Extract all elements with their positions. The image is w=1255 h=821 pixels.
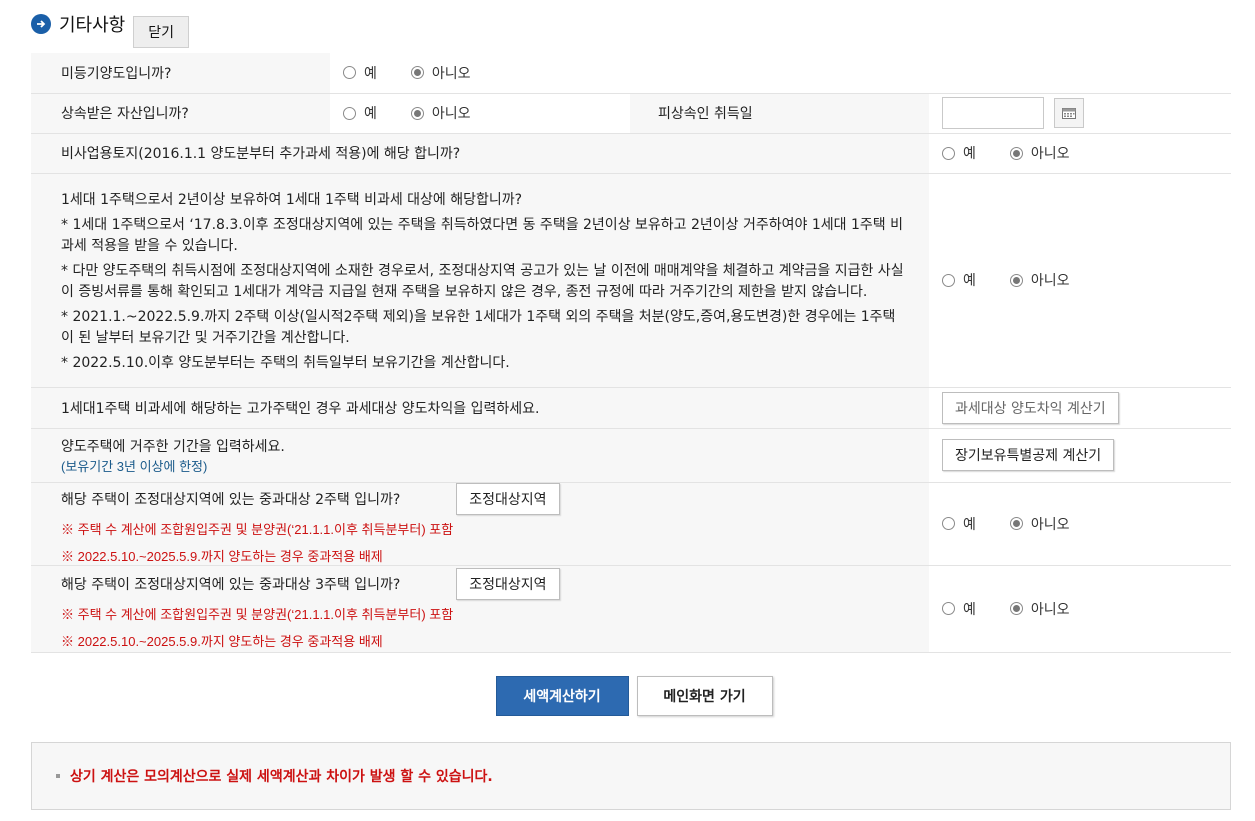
question-luxury-house: 1세대1주택 비과세에 해당하는 고가주택인 경우 과세대상 양도차익을 입력하… xyxy=(31,387,929,429)
radio-circle-selected[interactable] xyxy=(1009,602,1023,615)
radio-group-unregistered: 예 아니오 xyxy=(343,63,1231,83)
etc-form-table: 미등기양도입니까? 예 아니오 상속받은 자산입니까? 예 아니오 피상속인 취… xyxy=(31,53,1232,653)
row-luxury-house: 1세대1주택 비과세에 해당하는 고가주택인 경우 과세대상 양도차익을 입력하… xyxy=(31,387,1232,429)
radio-circle[interactable] xyxy=(343,66,356,80)
one-house-note: * 2021.1.~2022.5.9.까지 2주택 이상(일시적2주택 제외)을… xyxy=(61,308,896,346)
radio-circle[interactable] xyxy=(942,273,955,287)
heavy-2house-note: ※ 주택 수 계산에 조합원입주권 및 분양권(‘21.1.1.이후 취득분부터… xyxy=(61,521,454,537)
radio-circle[interactable] xyxy=(942,602,955,615)
heavy-3house-note: ※ 주택 수 계산에 조합원입주권 및 분양권(‘21.1.1.이후 취득분부터… xyxy=(61,606,454,622)
adjustment-area-button[interactable]: 조정대상지역 xyxy=(456,482,560,515)
radio-no[interactable]: 아니오 xyxy=(410,103,471,123)
radio-no[interactable]: 아니오 xyxy=(410,63,471,83)
row-one-house: 1세대 1주택으로서 2년이상 보유하여 1세대 1주택 비과세 대상에 해당합… xyxy=(31,173,1232,388)
question-inherited: 상속받은 자산입니까? xyxy=(31,93,330,134)
radio-group-heavy-3house: 예 아니오 xyxy=(942,599,1231,619)
adjustment-area-button[interactable]: 조정대상지역 xyxy=(456,567,560,600)
calculate-tax-button[interactable]: 세액계산하기 xyxy=(495,676,629,716)
row-residence-period: 양도주택에 거주한 기간을 입력하세요. (보유기간 3년 이상에 한정) 장기… xyxy=(31,428,1232,483)
bullet-icon xyxy=(56,774,60,778)
radio-no[interactable]: 아니오 xyxy=(1009,270,1070,290)
question-residence-period: 양도주택에 거주한 기간을 입력하세요. xyxy=(61,438,285,455)
radio-circle-selected[interactable] xyxy=(1009,146,1023,160)
radio-yes[interactable]: 예 xyxy=(343,103,377,123)
heavy-3house-note: ※ 2022.5.10.~2025.5.9.까지 양도하는 경우 중과적용 배제 xyxy=(61,633,383,649)
row-heavy-2house: 해당 주택이 조정대상지역에 있는 중과대상 2주택 입니까? 조정대상지역 ※… xyxy=(31,482,1232,566)
radio-group-heavy-2house: 예 아니오 xyxy=(942,514,1231,534)
section-title: 기타사항 xyxy=(59,15,126,36)
radio-no[interactable]: 아니오 xyxy=(1009,514,1070,534)
notice-box: 상기 계산은 모의계산으로 실제 세액계산과 차이가 발생 할 수 있습니다. xyxy=(31,742,1231,810)
one-house-note: * 1세대 1주택으로서 ‘17.8.3.이후 조정대상지역에 있는 주택을 취… xyxy=(61,216,903,254)
radio-no[interactable]: 아니오 xyxy=(1009,599,1070,619)
one-house-note: * 2022.5.10.이후 양도분부터는 주택의 취득일부터 보유기간을 계산… xyxy=(61,354,510,371)
one-house-text: 1세대 1주택으로서 2년이상 보유하여 1세대 1주택 비과세 대상에 해당합… xyxy=(61,190,906,374)
radio-circle-selected[interactable] xyxy=(1009,273,1023,287)
question-heavy-3house: 해당 주택이 조정대상지역에 있는 중과대상 3주택 입니까? xyxy=(61,576,401,593)
decedent-date-input[interactable] xyxy=(942,97,1044,129)
heavy-2house-note: ※ 2022.5.10.~2025.5.9.까지 양도하는 경우 중과적용 배제 xyxy=(61,548,383,564)
radio-yes[interactable]: 예 xyxy=(942,599,976,619)
go-main-button[interactable]: 메인화면 가기 xyxy=(636,676,773,716)
radio-yes[interactable]: 예 xyxy=(343,63,377,83)
radio-circle[interactable] xyxy=(942,517,955,530)
notice-message: 상기 계산은 모의계산으로 실제 세액계산과 차이가 발생 할 수 있습니다. xyxy=(70,769,493,785)
question-one-house: 1세대 1주택으로서 2년이상 보유하여 1세대 1주택 비과세 대상에 해당합… xyxy=(61,191,523,208)
one-house-note: * 다만 양도주택의 취득시점에 조정대상지역에 소재한 경우로서, 조정대상지… xyxy=(61,262,904,300)
radio-circle-selected[interactable] xyxy=(410,106,424,120)
form-actions: 세액계산하기 메인화면 가기 xyxy=(0,676,1255,716)
row-nonbusiness-land: 비사업용토지(2016.1.1 양도분부터 추가과세 적용)에 해당 합니까? … xyxy=(31,133,1232,174)
long-term-deduction-calculator-button[interactable]: 장기보유특별공제 계산기 xyxy=(942,439,1115,471)
radio-group-nonbusiness: 예 아니오 xyxy=(942,143,1231,163)
radio-yes[interactable]: 예 xyxy=(942,143,976,163)
row-heavy-3house: 해당 주택이 조정대상지역에 있는 중과대상 3주택 입니까? 조정대상지역 ※… xyxy=(31,565,1232,653)
close-button[interactable]: 닫기 xyxy=(133,16,190,48)
row-unregistered: 미등기양도입니까? 예 아니오 xyxy=(31,53,1232,94)
decedent-acquisition-label: 피상속인 취득일 xyxy=(630,93,929,134)
radio-circle-selected[interactable] xyxy=(410,66,424,80)
arrow-right-circle-icon xyxy=(31,14,51,34)
radio-no[interactable]: 아니오 xyxy=(1009,143,1070,163)
section-header: 기타사항 닫기 xyxy=(31,10,190,48)
radio-group-inherited: 예 아니오 xyxy=(343,103,630,123)
radio-circle[interactable] xyxy=(343,106,356,120)
taxable-gain-calculator-button[interactable]: 과세대상 양도차익 계산기 xyxy=(942,391,1119,424)
calendar-icon[interactable] xyxy=(1054,98,1084,128)
radio-group-one-house: 예 아니오 xyxy=(942,270,1231,290)
radio-yes[interactable]: 예 xyxy=(942,514,976,534)
question-unregistered: 미등기양도입니까? xyxy=(31,53,330,94)
radio-circle[interactable] xyxy=(942,146,955,160)
question-heavy-2house: 해당 주택이 조정대상지역에 있는 중과대상 2주택 입니까? xyxy=(61,491,401,508)
residence-period-subnote: (보유기간 3년 이상에 한정) xyxy=(61,458,208,474)
question-nonbusiness-land: 비사업용토지(2016.1.1 양도분부터 추가과세 적용)에 해당 합니까? xyxy=(31,133,929,174)
radio-circle-selected[interactable] xyxy=(1009,517,1023,530)
row-inherited: 상속받은 자산입니까? 예 아니오 피상속인 취득일 xyxy=(31,93,1232,134)
radio-yes[interactable]: 예 xyxy=(942,270,976,290)
